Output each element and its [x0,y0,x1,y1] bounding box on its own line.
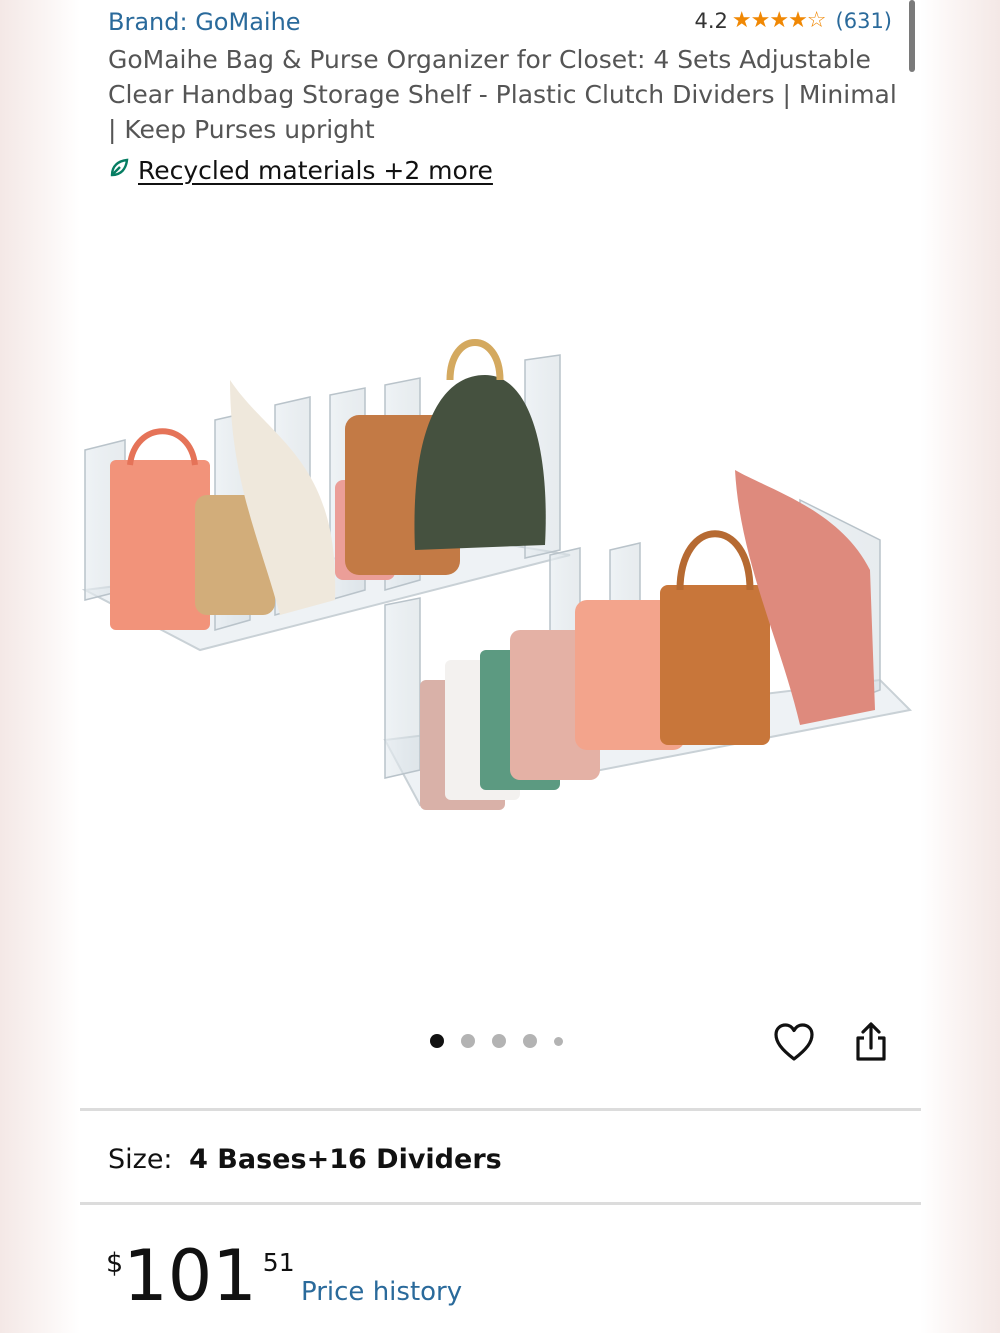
sustainability-link[interactable]: Recycled materials +2 more [138,156,493,185]
price-currency: $ [106,1248,124,1279]
share-button[interactable] [849,1020,893,1064]
share-icon [856,1022,886,1061]
section-divider [80,1108,921,1111]
brand-link[interactable]: Brand: GoMaihe [108,8,301,36]
size-label: Size: [108,1144,173,1175]
carousel-dot[interactable] [492,1034,506,1048]
price-history-link[interactable]: Price history [301,1277,462,1307]
star-icon: ★ [788,8,808,33]
rating-value: 4.2 [694,8,728,33]
wishlist-button[interactable] [772,1020,816,1064]
size-selector[interactable]: Size: 4 Bases+16 Dividers [108,1144,502,1175]
rating-summary[interactable]: 4.2 ★ ★ ★ ★ ☆ (631) [694,8,892,33]
sustainability-badge[interactable]: Recycled materials +2 more [108,156,493,185]
price: $ 101 51 [106,1238,295,1314]
carousel-dot[interactable] [430,1034,444,1048]
star-rating: ★ ★ ★ ★ ☆ [731,8,827,33]
price-fraction: 51 [262,1248,295,1277]
review-count[interactable]: (631) [836,9,892,33]
price-whole: 101 [123,1235,257,1317]
leaf-icon [108,156,130,185]
star-icon: ★ [769,8,789,33]
product-image[interactable] [80,300,921,860]
star-icon: ★ [731,8,752,33]
heart-icon [774,1023,814,1061]
star-icon: ★ [750,8,771,33]
product-title: GoMaihe Bag & Purse Organizer for Closet… [108,45,897,144]
carousel-dot[interactable] [523,1034,537,1048]
carousel-dot[interactable] [554,1036,563,1046]
size-value: 4 Bases+16 Dividers [189,1144,502,1175]
star-empty-icon: ☆ [806,8,827,33]
section-divider [80,1202,921,1205]
bag-orange-tote [660,585,770,745]
image-carousel-dots[interactable] [430,1034,563,1048]
carousel-dot[interactable] [461,1034,475,1048]
scrollbar[interactable] [909,0,915,72]
